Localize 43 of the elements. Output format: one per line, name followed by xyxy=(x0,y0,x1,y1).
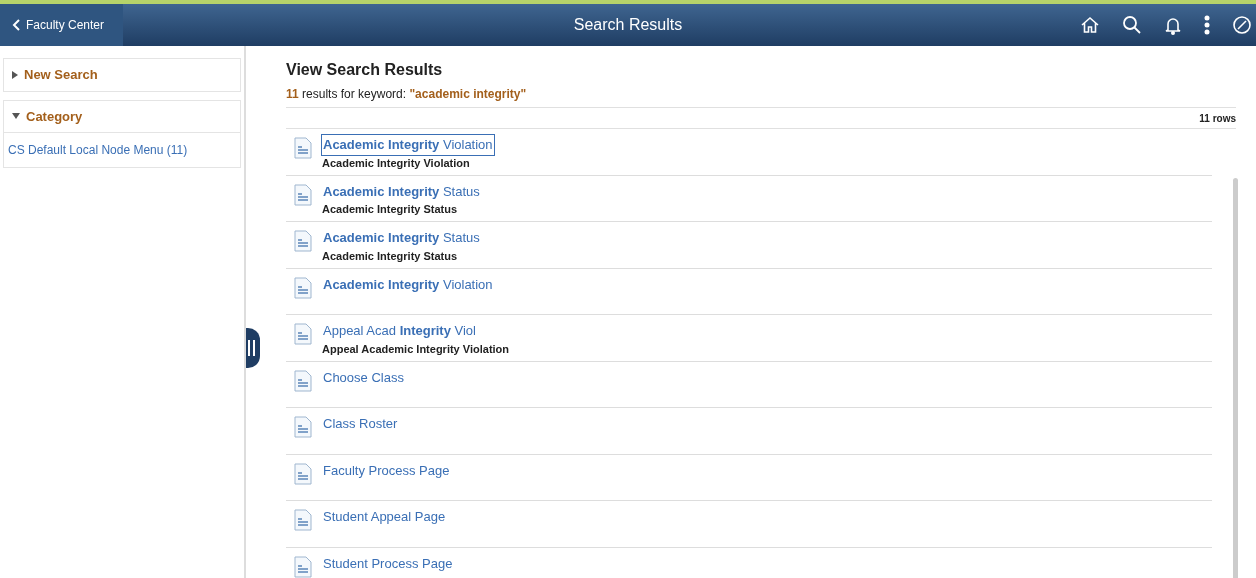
result-count: 11 xyxy=(286,87,299,101)
document-icon xyxy=(294,137,312,159)
home-icon[interactable] xyxy=(1080,15,1100,35)
search-icon[interactable] xyxy=(1122,15,1142,35)
result-link[interactable]: Academic Integrity Status xyxy=(322,228,481,248)
search-keyword: "academic integrity" xyxy=(409,87,527,101)
back-button[interactable]: Faculty Center xyxy=(0,4,123,46)
scrollbar[interactable] xyxy=(1233,178,1238,578)
result-description: Academic Integrity Status xyxy=(322,202,459,217)
section-heading: View Search Results xyxy=(286,60,444,80)
result-link[interactable]: Faculty Process Page xyxy=(322,460,451,480)
document-icon xyxy=(294,230,312,252)
document-icon xyxy=(294,462,312,485)
sidebar-section-toggle[interactable]: New Search xyxy=(3,58,241,92)
result-link[interactable]: Student Appeal Page xyxy=(322,507,447,527)
chevron-left-icon xyxy=(12,19,20,31)
caret-down-icon xyxy=(12,113,20,120)
row-count: 11 rows xyxy=(1199,113,1236,124)
document-icon xyxy=(294,555,312,578)
result-link[interactable]: Academic Integrity Status xyxy=(322,181,481,201)
result-description: Appeal Academic Integrity Violation xyxy=(322,341,510,357)
summary-text: results for keyword: xyxy=(302,87,407,101)
bell-icon[interactable] xyxy=(1164,15,1182,35)
result-link[interactable]: Academic Integrity Violation xyxy=(322,135,494,155)
page-title: Search Results xyxy=(573,15,683,35)
result-description: Academic Integrity Status xyxy=(322,248,459,264)
result-description: Academic Integrity Violation xyxy=(322,155,471,171)
result-link[interactable]: Student Process Page xyxy=(322,553,454,573)
document-icon xyxy=(294,183,312,206)
document-icon xyxy=(294,509,312,531)
caret-right-icon xyxy=(12,70,18,79)
result-link[interactable]: Class Roster xyxy=(322,414,399,434)
result-link[interactable]: Academic Integrity Violation xyxy=(322,274,494,294)
document-icon xyxy=(294,276,312,299)
document-icon xyxy=(294,369,312,392)
document-icon xyxy=(294,416,312,438)
document-icon xyxy=(294,323,312,345)
sidebar-section-toggle[interactable]: Category xyxy=(3,99,241,133)
more-icon[interactable] xyxy=(1204,15,1210,35)
result-link[interactable]: Appeal Acad Integrity Viol xyxy=(322,321,477,341)
result-link[interactable]: Choose Class xyxy=(322,367,405,387)
category-link[interactable]: CS Default Local Node Menu (11) xyxy=(3,133,241,168)
collapse-handle[interactable] xyxy=(246,328,260,368)
